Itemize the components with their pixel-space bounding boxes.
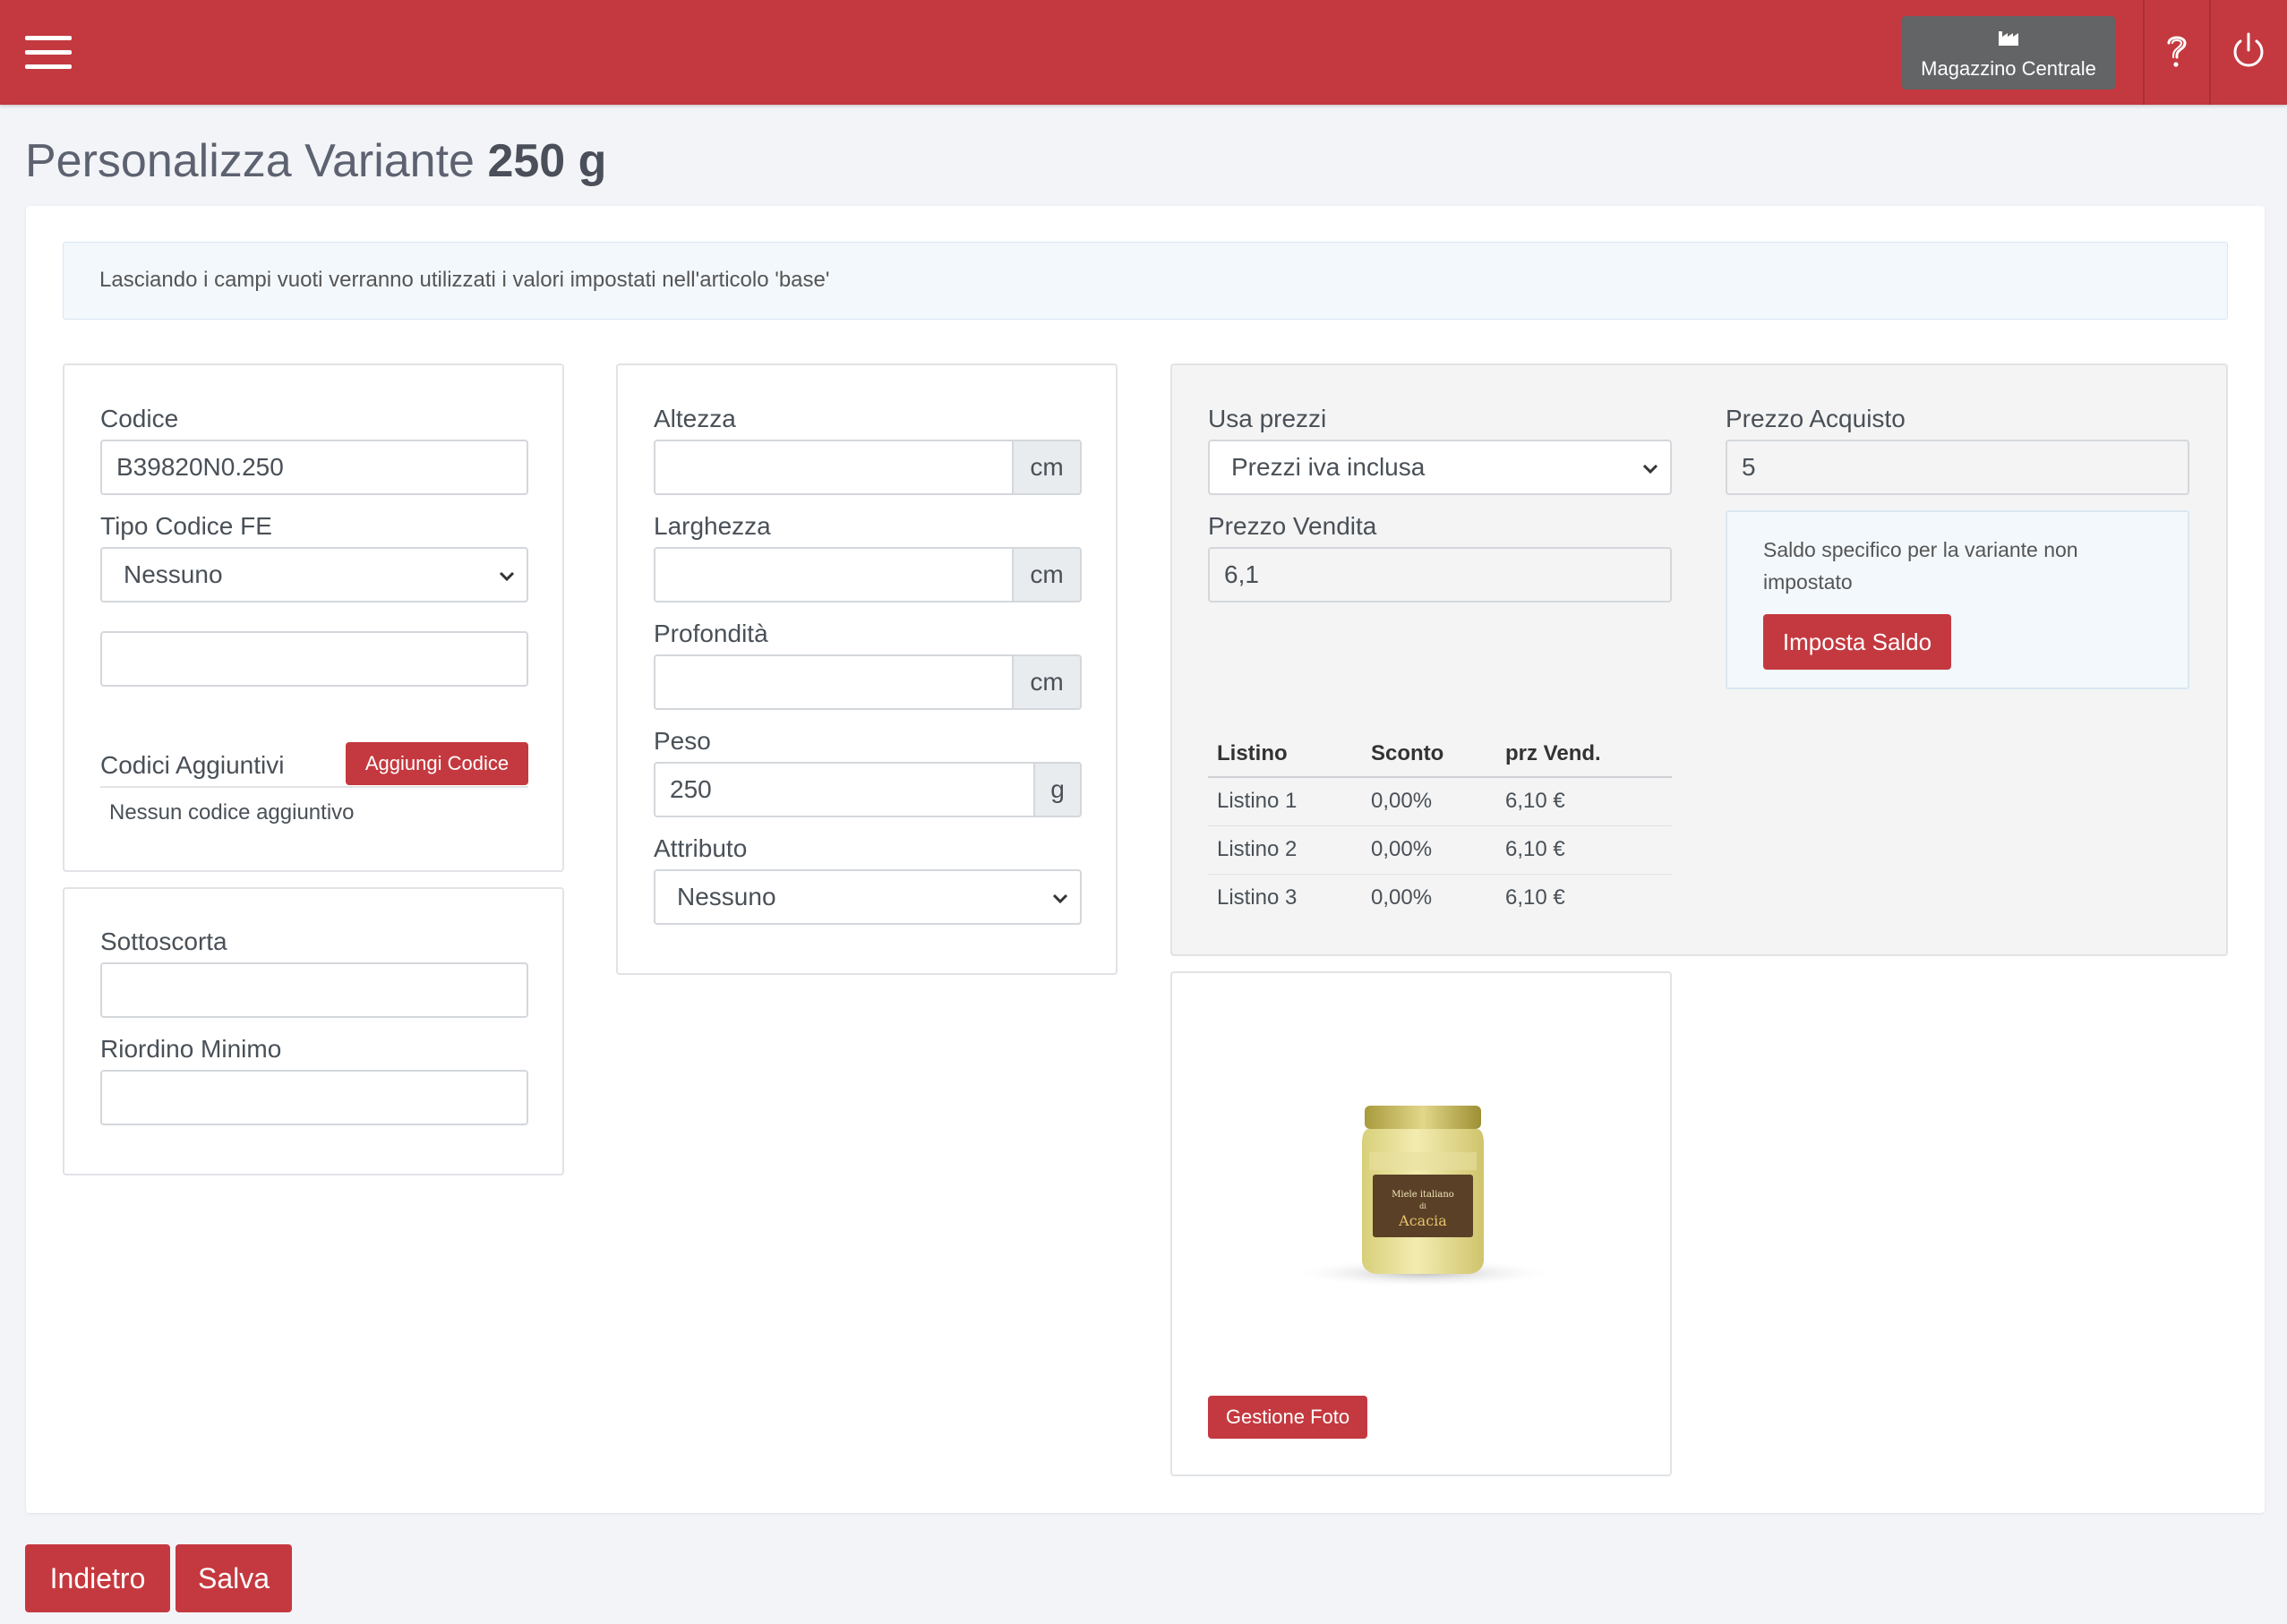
codice-input[interactable]: B39820N0.250 <box>100 440 528 495</box>
table-row: Listino 3 0,00% 6,10 € <box>1208 874 1672 922</box>
codes-panel: Codice B39820N0.250 Tipo Codice FE Nessu… <box>63 363 564 872</box>
prz-vend-cell: 6,10 € <box>1496 777 1672 826</box>
prz-vend-cell: 6,10 € <box>1496 825 1672 875</box>
chevron-down-icon <box>1052 893 1068 904</box>
page-title: Personalizza Variante 250 g <box>25 134 606 188</box>
prz-vend-cell: 6,10 € <box>1505 885 1565 910</box>
col-prz-vend-header: prz Vend. <box>1496 731 1672 778</box>
help-button[interactable] <box>2149 23 2205 79</box>
info-alert: Lasciando i campi vuoti verranno utilizz… <box>63 242 2228 320</box>
page-title-prefix: Personalizza Variante <box>25 135 475 187</box>
tipo-codice-label: Tipo Codice FE <box>100 512 272 540</box>
larghezza-unit: cm <box>1012 547 1082 603</box>
listino-cell: Listino 1 <box>1208 777 1362 826</box>
attributo-value: Nessuno <box>677 883 776 910</box>
attributo-label: Attributo <box>654 834 748 862</box>
profondita-unit: cm <box>1012 654 1082 710</box>
listino-cell: Listino 2 <box>1208 825 1362 875</box>
riordino-minimo-input[interactable] <box>100 1070 528 1125</box>
saldo-box: Saldo specifico per la variante non impo… <box>1726 510 2189 689</box>
chevron-down-icon <box>1642 464 1658 474</box>
peso-unit: g <box>1033 762 1082 817</box>
altezza-input[interactable] <box>654 440 1014 495</box>
variant-form-card: Lasciando i campi vuoti verranno utilizz… <box>26 206 2265 1513</box>
header-divider <box>2209 0 2211 105</box>
table-row: Listino 2 0,00% 6,10 € <box>1208 825 1672 875</box>
saldo-message: Saldo specifico per la variante non impo… <box>1763 538 2078 594</box>
product-photo: Miele italiano di Acacia <box>1289 1106 1557 1287</box>
dimensions-panel: Altezza cm Larghezza cm Profondità cm Pe… <box>616 363 1118 975</box>
warehouse-label: Magazzino Centrale <box>1921 57 2096 80</box>
aggiungi-codice-button[interactable]: Aggiungi Codice <box>346 742 528 785</box>
divider <box>100 786 528 788</box>
warehouse-button[interactable]: Magazzino Centrale <box>1902 16 2115 90</box>
profondita-label: Profondità <box>654 620 768 647</box>
info-message: Lasciando i campi vuoti verranno utilizz… <box>99 268 830 292</box>
stock-panel: Sottoscorta Riordino Minimo <box>63 887 564 1175</box>
codici-aggiuntivi-label: Codici Aggiuntivi <box>100 751 285 779</box>
codice-extra-input[interactable] <box>100 631 528 687</box>
tipo-codice-select[interactable]: Nessuno <box>100 547 528 603</box>
tipo-codice-value: Nessuno <box>124 560 223 588</box>
chevron-down-icon <box>499 571 515 582</box>
usa-prezzi-value: Prezzi iva inclusa <box>1231 453 1426 481</box>
question-mark-icon <box>2167 36 2187 67</box>
peso-label: Peso <box>654 727 711 755</box>
jar-label-line3: Acacia <box>1398 1212 1447 1229</box>
logout-button[interactable] <box>2221 23 2276 79</box>
sconto-cell: 0,00% <box>1362 825 1496 875</box>
table-header-row: Listino Sconto prz Vend. <box>1208 731 1672 778</box>
sconto-cell: 0,00% <box>1371 885 1433 910</box>
prezzo-vendita-input[interactable]: 6,1 <box>1208 547 1672 603</box>
peso-input[interactable]: 250 <box>654 762 1035 817</box>
hamburger-menu-icon[interactable] <box>25 36 72 70</box>
altezza-unit: cm <box>1012 440 1082 495</box>
sottoscorta-label: Sottoscorta <box>100 927 227 955</box>
larghezza-label: Larghezza <box>654 512 771 540</box>
prezzo-acquisto-label: Prezzo Acquisto <box>1726 405 1906 432</box>
riordino-minimo-label: Riordino Minimo <box>100 1035 282 1063</box>
factory-icon <box>1999 31 2018 46</box>
larghezza-input[interactable] <box>654 547 1014 603</box>
col-listino-header: Listino <box>1208 731 1362 778</box>
photo-panel: Miele italiano di Acacia Gestione Foto <box>1170 971 1672 1476</box>
jar-label-line1: Miele italiano <box>1392 1190 1454 1200</box>
variant-name: 250 g <box>487 135 607 187</box>
table-row: Listino 1 0,00% 6,10 € <box>1208 777 1672 826</box>
prices-panel: Usa prezzi Prezzi iva inclusa Prezzo Ven… <box>1170 363 2228 956</box>
codice-label: Codice <box>100 405 179 432</box>
profondita-input[interactable] <box>654 654 1014 710</box>
jar-label-line2: di <box>1419 1202 1426 1210</box>
prezzo-vendita-label: Prezzo Vendita <box>1208 512 1377 540</box>
indietro-button[interactable]: Indietro <box>25 1544 170 1612</box>
attributo-select[interactable]: Nessuno <box>654 869 1082 925</box>
top-bar: Magazzino Centrale <box>0 0 2287 105</box>
listino-cell: Listino 3 <box>1217 885 1298 910</box>
header-divider <box>2143 0 2145 105</box>
col-sconto-header: Sconto <box>1362 731 1496 778</box>
prezzo-acquisto-input[interactable]: 5 <box>1726 440 2189 495</box>
usa-prezzi-select[interactable]: Prezzi iva inclusa <box>1208 440 1672 495</box>
usa-prezzi-label: Usa prezzi <box>1208 405 1327 432</box>
listini-table: Listino Sconto prz Vend. Listino 1 0,00%… <box>1208 731 1672 922</box>
sconto-cell: 0,00% <box>1362 777 1496 826</box>
sottoscorta-input[interactable] <box>100 962 528 1018</box>
nessun-codice-text: Nessun codice aggiuntivo <box>109 800 355 825</box>
altezza-label: Altezza <box>654 405 736 432</box>
gestione-foto-button[interactable]: Gestione Foto <box>1208 1396 1367 1439</box>
power-icon <box>2233 32 2264 67</box>
imposta-saldo-button[interactable]: Imposta Saldo <box>1763 614 1951 670</box>
salva-button[interactable]: Salva <box>176 1544 292 1612</box>
